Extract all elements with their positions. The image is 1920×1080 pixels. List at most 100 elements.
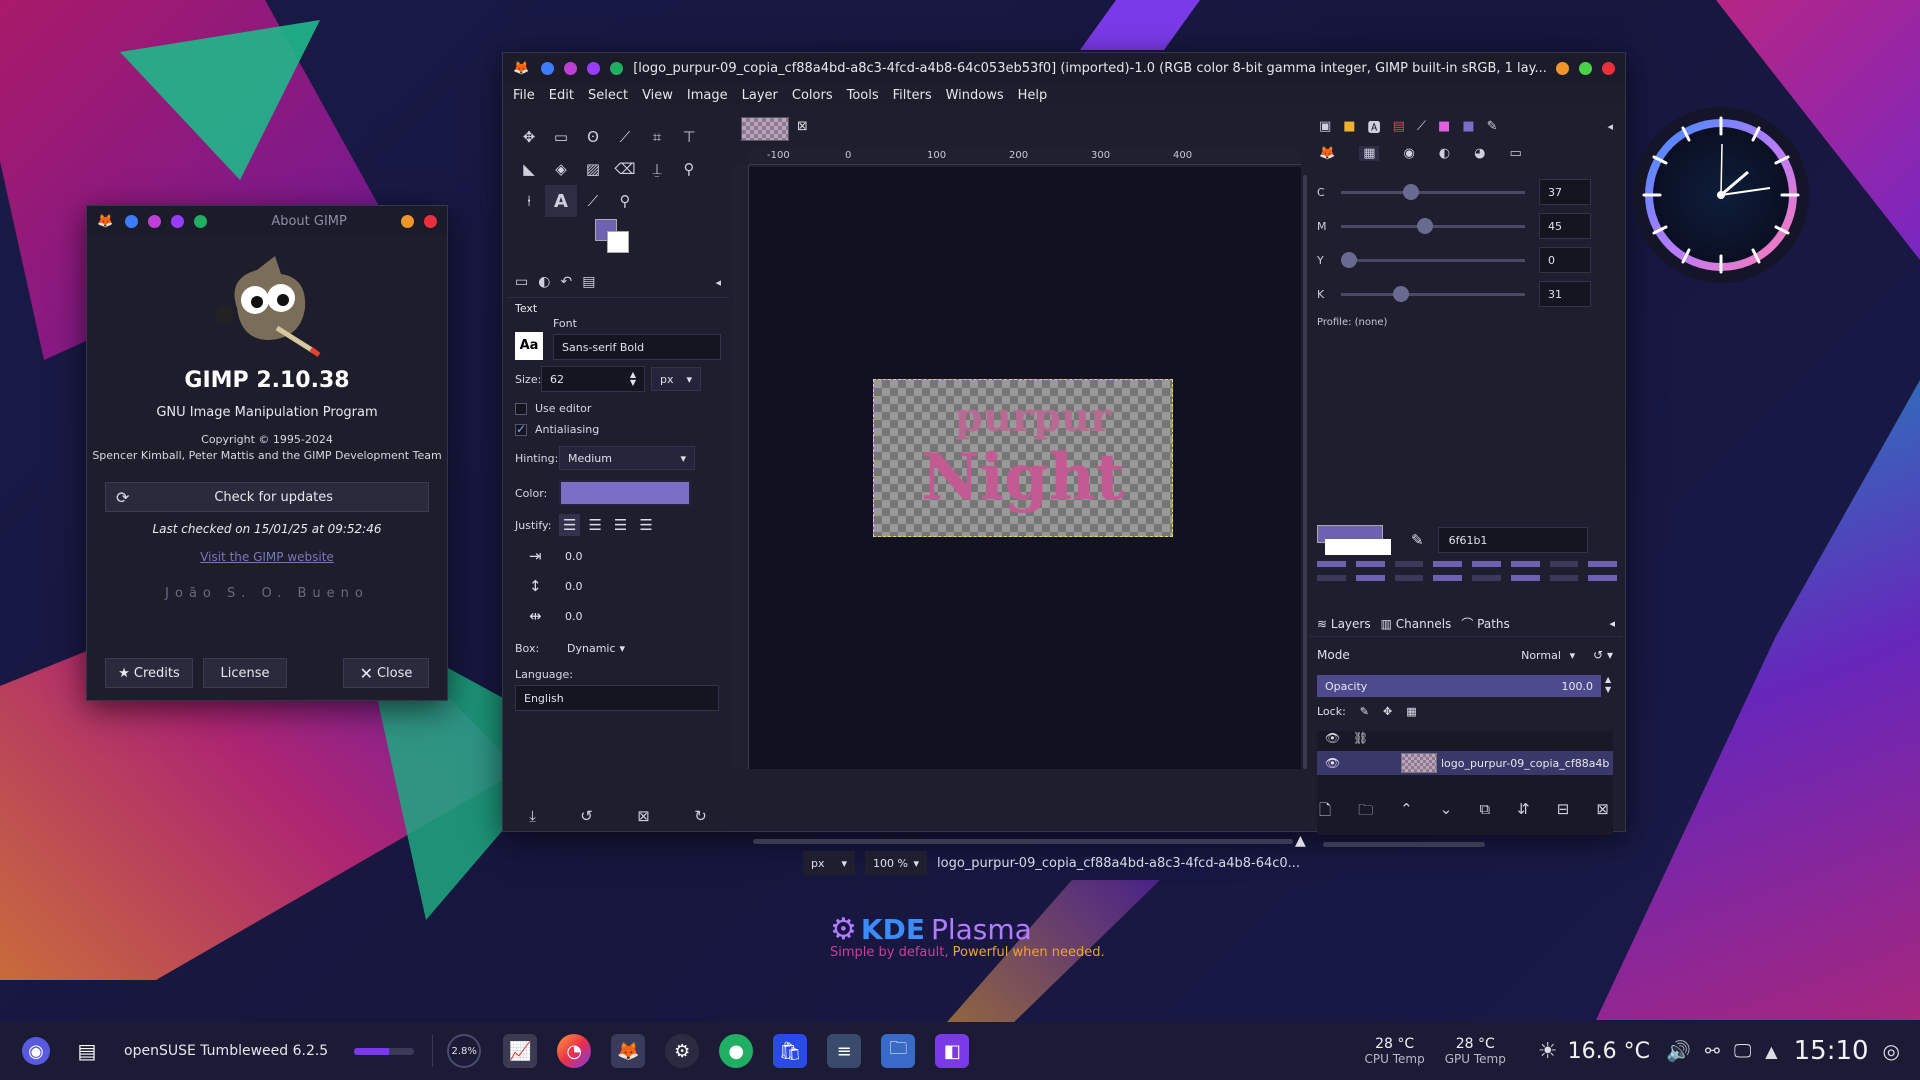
lasso-tool-icon[interactable]: ʘ <box>577 121 609 153</box>
close-image-tab-icon[interactable]: ⊠ <box>797 119 808 134</box>
mode-select[interactable]: Normal ▾ <box>1513 643 1584 667</box>
unit-select[interactable]: px ▾ <box>803 851 855 875</box>
history-swatch[interactable] <box>1355 575 1385 581</box>
history-swatch[interactable] <box>1472 561 1501 567</box>
images-tab-icon[interactable]: ▤ <box>582 274 595 290</box>
panel-menu-icon[interactable]: ◂ <box>1607 120 1613 133</box>
scales-selector-icon[interactable]: ▭ <box>1510 146 1522 161</box>
image-preview[interactable]: purpur Night <box>873 379 1173 537</box>
app-purple-icon[interactable]: ◧ <box>935 1034 970 1068</box>
wheel-selector-icon[interactable]: ◉ <box>1403 146 1414 161</box>
window-button-blue[interactable] <box>125 214 139 228</box>
credits-button[interactable]: ★ Credits <box>105 658 193 688</box>
vertical-scrollbar[interactable] <box>1303 175 1307 769</box>
antialiasing-checkbox[interactable] <box>515 422 527 436</box>
m-value-field[interactable]: 45 <box>1539 213 1591 239</box>
language-field[interactable]: English <box>515 685 719 711</box>
fuzzy-select-tool-icon[interactable]: ⟋ <box>609 121 641 153</box>
cmyk-selector-icon[interactable]: ▦ <box>1359 146 1380 161</box>
justify-left-icon[interactable]: ☰ <box>559 514 581 536</box>
menu-filters[interactable]: Filters <box>893 88 932 103</box>
settings-icon[interactable]: ⚙ <box>665 1034 700 1068</box>
license-button[interactable]: License <box>203 658 287 688</box>
patterns-tab-icon[interactable]: ■ <box>1343 119 1355 134</box>
justify-center-icon[interactable]: ☰ <box>614 516 627 534</box>
layer-row[interactable]: 👁 logo_purpur-09_copia_cf88a4b <box>1317 751 1613 775</box>
spin-arrows-icon[interactable]: ▲ ▼ <box>630 371 636 387</box>
background-color[interactable] <box>607 231 629 253</box>
move-tool-icon[interactable]: ✥ <box>513 121 545 153</box>
firefox-icon[interactable]: ◔ <box>557 1034 592 1068</box>
font-preview-icon[interactable]: Aa <box>515 331 543 360</box>
window-button-green[interactable] <box>194 214 208 228</box>
mask-layer-icon[interactable]: ⊟ <box>1557 800 1570 825</box>
slider-track[interactable] <box>1341 183 1525 200</box>
lock-alpha-icon[interactable]: ▦ <box>1406 705 1416 718</box>
overview-icon[interactable]: ▤ <box>70 1034 104 1068</box>
paths-tool-icon[interactable]: ⍿ <box>513 185 545 217</box>
tool-options-tab-icon[interactable]: ▭ <box>515 274 528 290</box>
layers-tab[interactable]: ≋ Layers <box>1317 617 1371 631</box>
app-launcher-icon[interactable]: ◉ <box>22 1037 50 1065</box>
history-swatch[interactable] <box>1588 575 1617 581</box>
slider-c[interactable]: C 37 <box>1309 175 1623 209</box>
navigate-icon[interactable]: ▲ <box>1295 833 1306 849</box>
slider-track[interactable] <box>1341 285 1525 302</box>
opacity-slider[interactable]: Opacity 100.0 <box>1317 675 1601 697</box>
window-button-purple[interactable] <box>171 214 185 228</box>
reset-options-icon[interactable]: ↻ <box>694 807 707 825</box>
menu-tools[interactable]: Tools <box>847 88 879 103</box>
smudge-tool-icon[interactable]: ⚲ <box>673 153 705 185</box>
paint-tool-icon[interactable]: ▨ <box>577 153 609 185</box>
history-swatch[interactable] <box>1588 561 1617 567</box>
menu-select[interactable]: Select <box>588 88 628 103</box>
history-swatch[interactable] <box>1510 575 1540 581</box>
slider-knob[interactable] <box>1341 251 1357 268</box>
restore-options-icon[interactable]: ↺ <box>580 807 593 825</box>
triangle-selector-icon[interactable]: ◐ <box>1439 146 1450 161</box>
paths-tab[interactable]: ⌒ Paths <box>1461 615 1509 632</box>
new-layer-group-icon[interactable]: 🗀 <box>1358 800 1373 825</box>
bucket-fill-tool-icon[interactable]: ◈ <box>545 153 577 185</box>
new-layer-icon[interactable]: 🗋 <box>1319 800 1331 825</box>
slider-m[interactable]: M 45 <box>1309 209 1623 243</box>
visibility-eye-icon[interactable]: 👁 <box>1325 756 1340 770</box>
menu-view[interactable]: View <box>642 88 673 103</box>
slider-track[interactable] <box>1341 251 1525 268</box>
zoom-tool-icon[interactable]: ⚲ <box>609 185 641 217</box>
y-value-field[interactable]: 0 <box>1539 247 1591 273</box>
raise-layer-icon[interactable]: ⌃ <box>1400 800 1413 825</box>
history-swatch[interactable] <box>1472 575 1501 581</box>
window-button-pink[interactable] <box>148 214 162 228</box>
image-tab-thumbnail[interactable] <box>741 117 789 141</box>
gimp-taskbar-icon[interactable]: 🦊 <box>611 1034 646 1068</box>
history-swatch[interactable] <box>1394 575 1424 581</box>
hex-input[interactable]: 6f61b1 <box>1437 527 1588 553</box>
fg-bg-colors[interactable] <box>595 219 729 265</box>
justify-right-icon[interactable]: ☰ <box>588 516 601 534</box>
horizontal-scrollbar[interactable] <box>753 839 1293 844</box>
history-swatch[interactable] <box>1549 561 1579 567</box>
lower-layer-icon[interactable]: ⌄ <box>1440 800 1453 825</box>
menu-layer[interactable]: Layer <box>742 88 778 103</box>
file-manager-icon[interactable]: 🗀 <box>881 1034 916 1068</box>
brushes-tab-icon[interactable]: ▣ <box>1319 119 1331 134</box>
merge-layer-icon[interactable]: ⇵ <box>1517 800 1530 825</box>
history-swatch[interactable] <box>1317 561 1346 567</box>
k-value-field[interactable]: 31 <box>1539 281 1591 307</box>
use-editor-checkbox[interactable] <box>515 402 527 415</box>
warp-tool-icon[interactable]: ◣ <box>513 153 545 185</box>
slider-y[interactable]: Y 0 <box>1309 243 1623 277</box>
color-picker-tool-icon[interactable]: ⟋ <box>577 185 609 217</box>
channels-tab[interactable]: ▥ Channels <box>1381 617 1452 631</box>
indent-field[interactable]: 0.0 <box>557 544 617 568</box>
history-swatch[interactable] <box>1355 561 1385 567</box>
undo-history-tab-icon[interactable]: ↶ <box>560 274 572 290</box>
menu-image[interactable]: Image <box>687 88 728 103</box>
box-select[interactable]: Dynamic ▾ <box>559 636 633 660</box>
text-color-button[interactable] <box>559 480 691 506</box>
save-options-icon[interactable]: ⤓ <box>529 807 536 825</box>
window-button-blue[interactable] <box>541 61 555 75</box>
line-spacing-field[interactable]: 0.0 <box>557 574 617 598</box>
spin-arrows-icon[interactable]: ▲ ▼ <box>1605 675 1611 695</box>
